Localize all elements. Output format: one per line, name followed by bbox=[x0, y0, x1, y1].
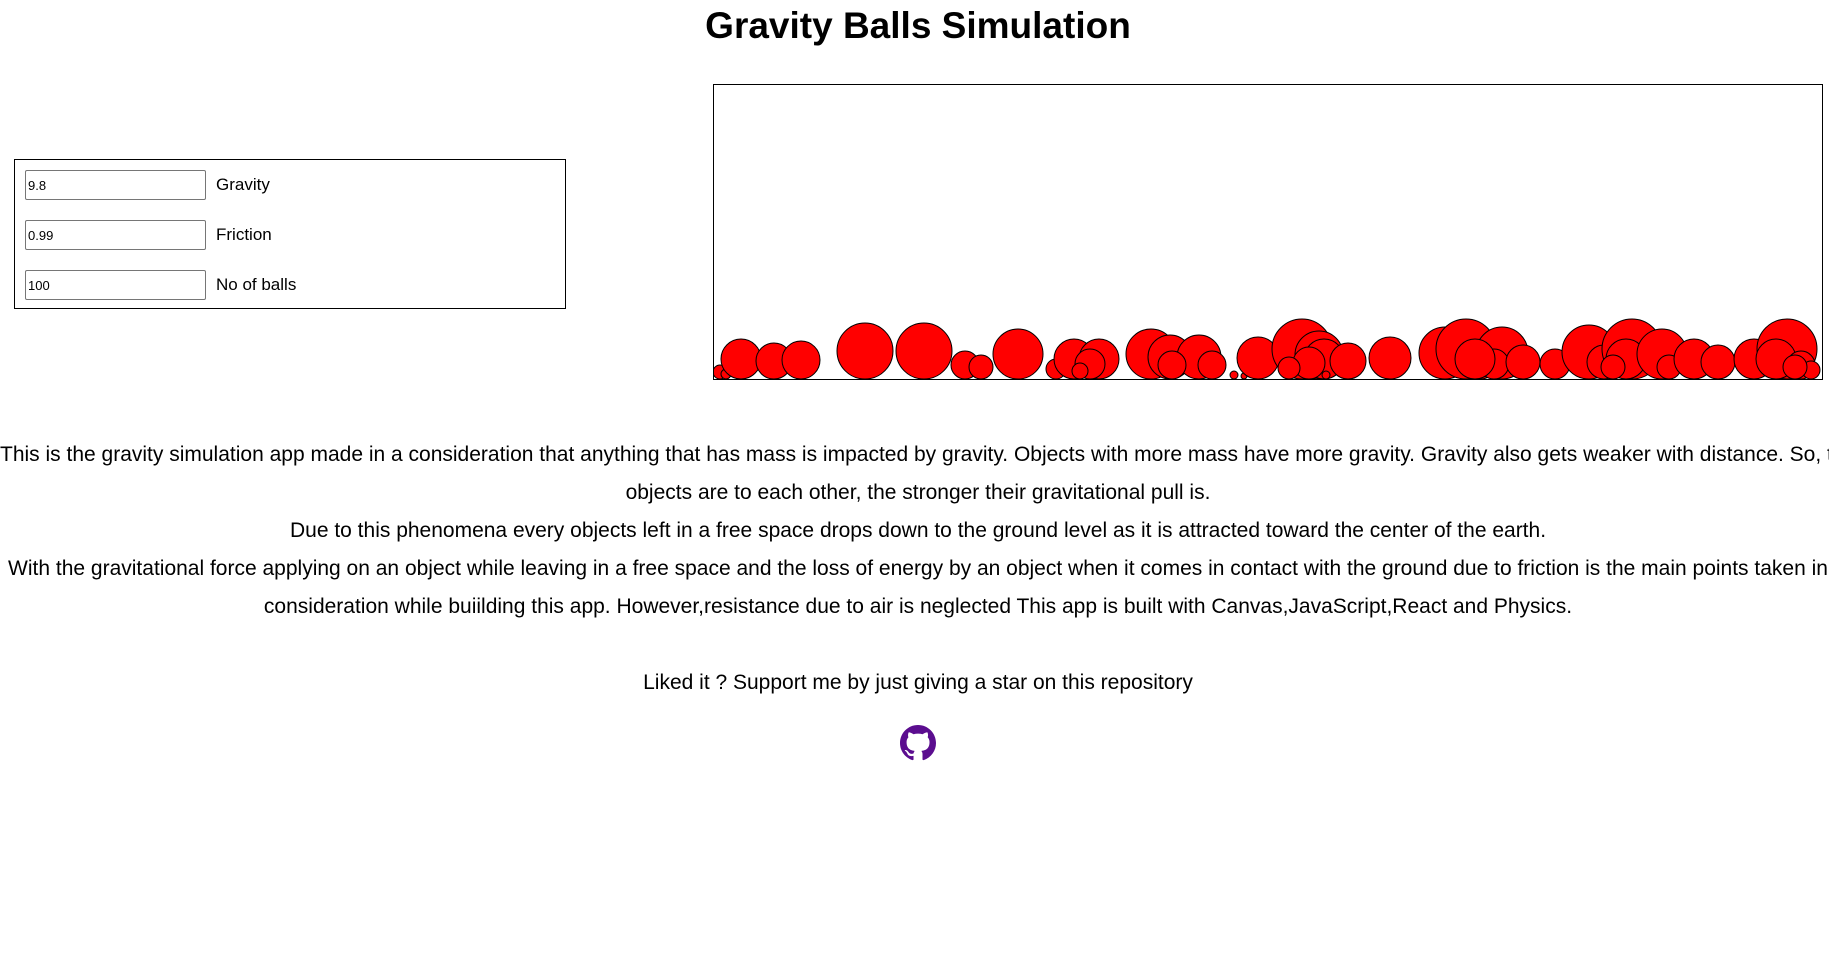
ball bbox=[992, 328, 1044, 379]
description: This is the gravity simulation app made … bbox=[0, 436, 1829, 626]
ball bbox=[1157, 350, 1187, 379]
ball bbox=[1454, 338, 1496, 379]
balls-label: No of balls bbox=[216, 275, 297, 294]
github-icon bbox=[900, 725, 936, 761]
ball bbox=[1197, 350, 1227, 379]
ball bbox=[720, 338, 762, 379]
description-line: This is the gravity simulation app made … bbox=[0, 443, 1829, 466]
ball bbox=[1229, 370, 1239, 379]
ball bbox=[1329, 342, 1367, 379]
friction-input[interactable] bbox=[25, 220, 206, 250]
friction-label: Friction bbox=[216, 225, 272, 244]
simulation-canvas[interactable] bbox=[713, 84, 1823, 380]
github-link[interactable] bbox=[900, 725, 936, 761]
description-line: objects are to each other, the stronger … bbox=[625, 481, 1211, 504]
ball bbox=[1505, 344, 1541, 379]
balls-layer bbox=[714, 318, 1821, 379]
gravity-label: Gravity bbox=[216, 175, 270, 194]
friction-control: Friction bbox=[25, 220, 272, 250]
gravity-control: Gravity bbox=[25, 170, 270, 200]
description-line: Due to this phenomena every objects left… bbox=[289, 519, 1547, 542]
ball bbox=[1277, 356, 1301, 379]
balls-control: No of balls bbox=[25, 270, 296, 300]
page-title: Gravity Balls Simulation bbox=[705, 5, 1131, 46]
ball bbox=[1700, 344, 1736, 379]
description-line: With the gravitational force applying on… bbox=[8, 557, 1828, 580]
ball bbox=[836, 322, 894, 379]
ball bbox=[781, 340, 821, 379]
ball bbox=[968, 354, 994, 379]
gravity-input[interactable] bbox=[25, 170, 206, 200]
ball bbox=[1782, 354, 1808, 379]
description-line: consideration while buiilding this app. … bbox=[263, 595, 1573, 618]
ball bbox=[1321, 370, 1331, 379]
ball bbox=[1600, 354, 1626, 379]
ball bbox=[1071, 362, 1089, 379]
ball bbox=[1368, 336, 1412, 379]
controls-panel: Gravity Friction No of balls bbox=[14, 159, 566, 309]
balls-input[interactable] bbox=[25, 270, 206, 300]
ball bbox=[895, 322, 953, 379]
support-text: Liked it ? Support me by just giving a s… bbox=[643, 671, 1193, 694]
